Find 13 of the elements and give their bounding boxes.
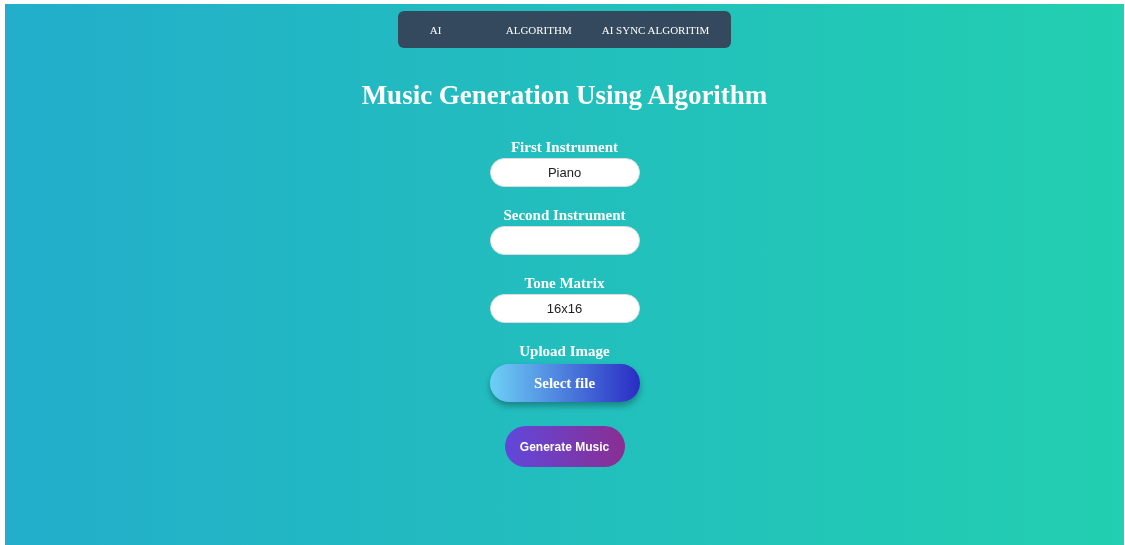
input-field[interactable] [489, 226, 640, 255]
input-field[interactable]: Piano [489, 158, 640, 187]
nav-link[interactable]: ALGORITHM [493, 23, 590, 36]
page-title: Music Generation Using Algorithm [361, 80, 768, 111]
nav-link[interactable]: AI SYNC ALGORITIM [589, 23, 722, 36]
field-label: Upload Image [519, 343, 610, 360]
input-field[interactable]: 16x16 [489, 294, 640, 323]
field-label: First Instrument [510, 139, 619, 156]
nav-link[interactable]: AI [417, 23, 482, 36]
field-label: Second Instrument [503, 207, 626, 224]
select-file-button[interactable]: Select file [489, 364, 640, 402]
generate-button[interactable]: Generate Music [504, 426, 625, 467]
field-label: Tone Matrix [524, 275, 605, 292]
